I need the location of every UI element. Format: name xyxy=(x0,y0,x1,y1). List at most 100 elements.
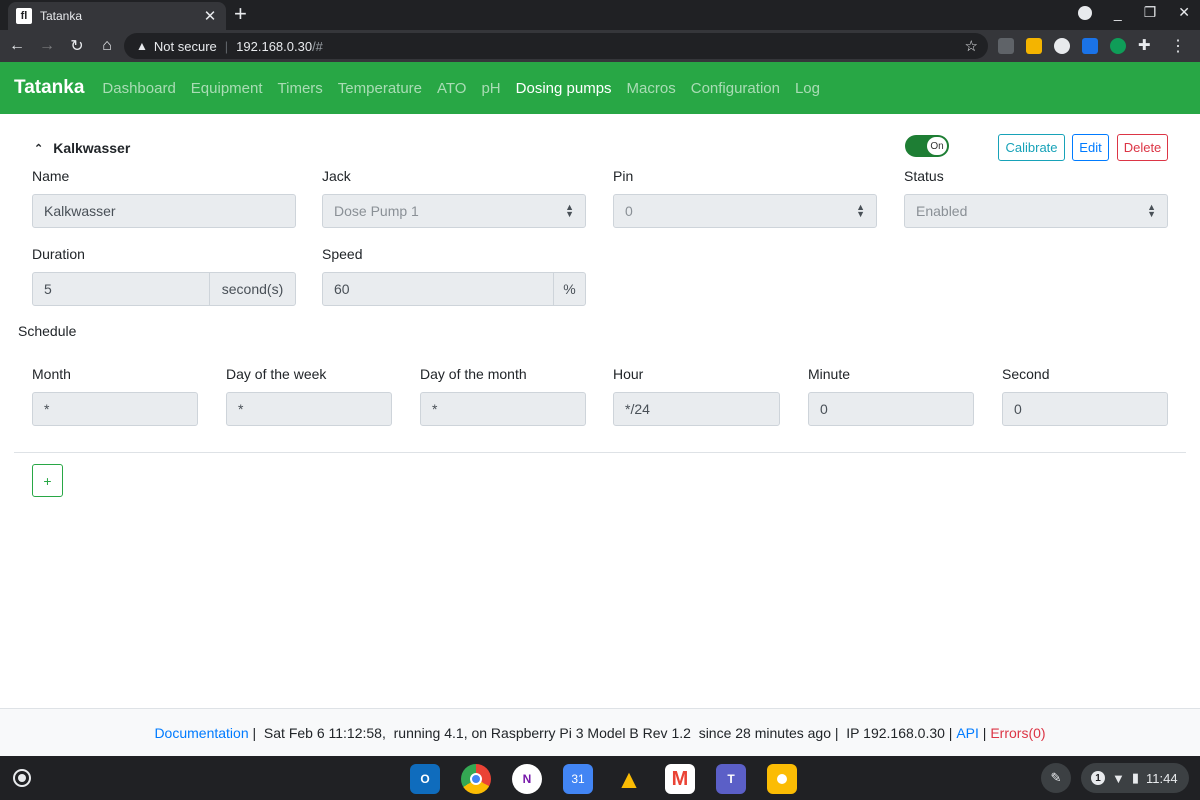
tatanka-favicon-icon: fl xyxy=(16,8,32,24)
hour-label: Hour xyxy=(613,366,644,382)
wifi-icon: ▼ xyxy=(1112,770,1125,786)
browser-tab-strip: fl Tatanka ✕ + _ ❐ ✕ xyxy=(0,0,1200,30)
select-caret-icon: ▲ ▼ xyxy=(565,202,574,219)
brand-logo[interactable]: Tatanka xyxy=(14,77,84,99)
extension-badge-icon[interactable] xyxy=(1110,38,1126,54)
nav-macros[interactable]: Macros xyxy=(627,80,676,97)
nav-temperature[interactable]: Temperature xyxy=(338,80,422,97)
window-controls: _ ❐ ✕ xyxy=(1077,4,1190,21)
pump-title: Kalkwasser xyxy=(53,140,131,156)
pin-select[interactable]: 0 ▲ ▼ xyxy=(613,194,877,228)
speed-unit-addon: % xyxy=(553,272,586,306)
new-tab-plus-icon[interactable]: + xyxy=(234,3,247,25)
pump-enable-toggle[interactable]: On xyxy=(905,135,949,157)
minute-value: 0 xyxy=(820,401,828,417)
chevron-up-icon[interactable]: ⌃ xyxy=(34,142,43,155)
browser-toolbar: ← → ↻ ⌂ ▲ Not secure | 192.168.0.30 /# ☆… xyxy=(0,30,1200,62)
gmail-icon[interactable]: M xyxy=(665,764,695,794)
back-arrow-icon[interactable]: ← xyxy=(4,33,30,59)
close-window-icon[interactable]: ✕ xyxy=(1178,4,1190,21)
hour-value: */24 xyxy=(625,401,650,417)
pin-label: Pin xyxy=(613,168,634,184)
day-of-week-field[interactable]: * xyxy=(226,392,392,426)
day-of-month-value: * xyxy=(432,401,438,417)
day-of-month-field[interactable]: * xyxy=(420,392,586,426)
address-bar[interactable]: ▲ Not secure | 192.168.0.30 /# ☆ xyxy=(124,33,988,59)
documentation-link[interactable]: Documentation xyxy=(154,725,248,741)
month-label: Month xyxy=(32,366,71,382)
browser-menu-icon[interactable]: ⋮ xyxy=(1170,36,1186,56)
notification-count: 1 xyxy=(1091,771,1105,785)
nav-log[interactable]: Log xyxy=(795,80,820,97)
pinned-apps: O N 31 ▲ M T xyxy=(410,764,797,794)
address-separator: | xyxy=(224,38,229,54)
jack-label: Jack xyxy=(322,168,351,184)
system-tray[interactable]: 1 ▼ ▮ 11:44 xyxy=(1081,763,1189,793)
jack-select[interactable]: Dose Pump 1 ▲ ▼ xyxy=(322,194,586,228)
stylus-tools-icon[interactable]: ✎ xyxy=(1041,763,1071,793)
second-field[interactable]: 0 xyxy=(1002,392,1168,426)
month-value: * xyxy=(44,401,50,417)
calibrate-button[interactable]: Calibrate xyxy=(998,134,1065,161)
app-navbar: Tatanka Dashboard Equipment Timers Tempe… xyxy=(0,62,1200,114)
jack-value: Dose Pump 1 xyxy=(334,203,419,219)
onenote-icon[interactable]: N xyxy=(512,764,542,794)
minute-field[interactable]: 0 xyxy=(808,392,974,426)
home-icon[interactable]: ⌂ xyxy=(94,33,120,59)
profile-menu-icon[interactable] xyxy=(1077,5,1092,20)
nav-equipment[interactable]: Equipment xyxy=(191,80,263,97)
api-link[interactable]: API xyxy=(956,725,979,741)
second-label: Second xyxy=(1002,366,1050,382)
extension-e-icon[interactable] xyxy=(1026,38,1042,54)
hour-field[interactable]: */24 xyxy=(613,392,780,426)
duration-unit: second(s) xyxy=(221,281,284,297)
teams-icon[interactable]: T xyxy=(716,764,746,794)
minimize-icon[interactable]: _ xyxy=(1114,5,1122,21)
forward-arrow-icon[interactable]: → xyxy=(34,33,60,59)
drive-icon[interactable]: ▲ xyxy=(614,764,644,794)
speed-field[interactable]: 60 xyxy=(322,272,554,306)
url-path: /# xyxy=(312,38,323,54)
speed-label: Speed xyxy=(322,246,363,262)
launcher-icon[interactable] xyxy=(13,769,31,787)
nav-dashboard[interactable]: Dashboard xyxy=(102,80,175,97)
speed-value: 60 xyxy=(334,281,350,297)
extension-shield-icon[interactable] xyxy=(1082,38,1098,54)
nav-ph[interactable]: pH xyxy=(481,80,500,97)
extensions-puzzle-icon[interactable]: ✚ xyxy=(1138,38,1154,54)
nav-ato[interactable]: ATO xyxy=(437,80,466,97)
extension-circle-icon[interactable] xyxy=(1054,38,1070,54)
outlook-icon[interactable]: O xyxy=(410,764,440,794)
toggle-label: On xyxy=(927,137,947,155)
edit-button[interactable]: Edit xyxy=(1072,134,1109,161)
status-select[interactable]: Enabled ▲ ▼ xyxy=(904,194,1168,228)
reload-icon[interactable]: ↻ xyxy=(64,33,90,59)
footer-separator: | xyxy=(978,724,991,741)
pump-header[interactable]: ⌃ Kalkwasser xyxy=(34,140,130,156)
second-value: 0 xyxy=(1014,401,1022,417)
nav-configuration[interactable]: Configuration xyxy=(691,80,780,97)
schedule-title: Schedule xyxy=(18,323,77,339)
duration-field[interactable]: 5 xyxy=(32,272,210,306)
extension-mail-icon[interactable] xyxy=(998,38,1014,54)
chrome-icon[interactable] xyxy=(461,764,491,794)
chrome-center xyxy=(470,773,482,785)
status-footer: Documentation | Sat Feb 6 11:12:58, runn… xyxy=(0,708,1200,756)
warning-triangle-icon[interactable]: ▲ xyxy=(136,39,148,53)
nav-dosing-pumps[interactable]: Dosing pumps xyxy=(516,80,612,97)
keep-icon[interactable] xyxy=(767,764,797,794)
delete-button[interactable]: Delete xyxy=(1117,134,1168,161)
day-of-month-label: Day of the month xyxy=(420,366,527,382)
name-field[interactable]: Kalkwasser xyxy=(32,194,296,228)
name-label: Name xyxy=(32,168,70,184)
add-pump-button[interactable]: + xyxy=(32,464,63,497)
bookmark-star-icon[interactable]: ☆ xyxy=(965,37,978,55)
restore-icon[interactable]: ❐ xyxy=(1144,4,1157,21)
browser-tab[interactable]: fl Tatanka ✕ xyxy=(8,2,226,30)
tab-close-icon[interactable]: ✕ xyxy=(202,7,218,25)
calendar-icon[interactable]: 31 xyxy=(563,764,593,794)
duration-value: 5 xyxy=(44,281,52,297)
month-field[interactable]: * xyxy=(32,392,198,426)
nav-timers[interactable]: Timers xyxy=(278,80,323,97)
errors-link[interactable]: Errors(0) xyxy=(990,725,1045,741)
